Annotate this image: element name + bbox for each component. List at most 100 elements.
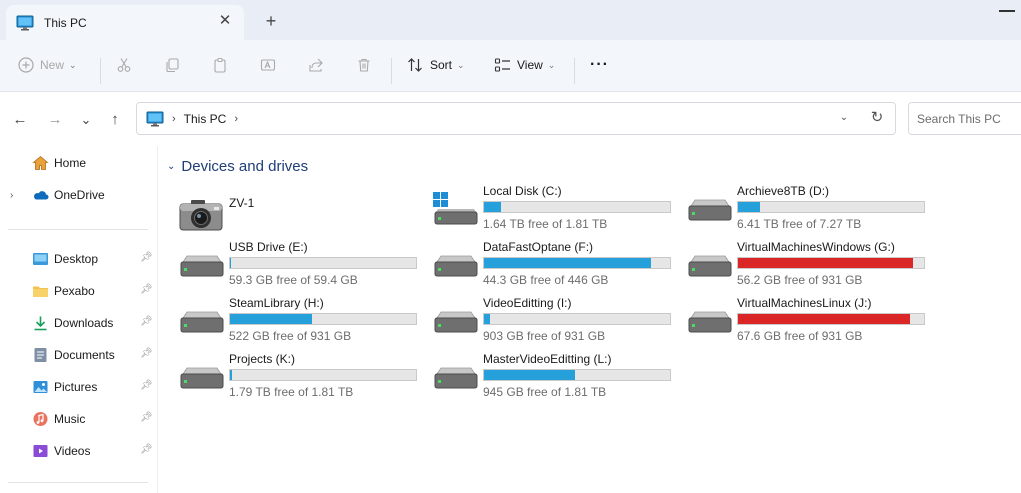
drive-usage-bar (483, 313, 671, 325)
up-icon[interactable]: ↑ (105, 110, 125, 130)
camera-icon (179, 200, 223, 231)
breadcrumb-chevron-icon[interactable]: › (234, 113, 238, 125)
view-button[interactable]: View ⌄ (494, 52, 555, 78)
forward-icon[interactable]: → (45, 110, 65, 130)
sidebar-item-downloads[interactable]: Downloads 📌︎ (0, 310, 158, 336)
drive-free-space: 59.3 GB free of 59.4 GB (229, 273, 358, 287)
drive-tile[interactable]: MasterVideoEditting (L:) 945 GB free of 1… (433, 352, 687, 404)
paste-button[interactable] (212, 52, 228, 78)
sidebar-item-label: OneDrive (54, 188, 105, 202)
share-icon (309, 58, 323, 72)
chevron-right-icon[interactable]: › (10, 190, 13, 201)
sidebar-item-home[interactable]: Home (0, 150, 158, 176)
sort-button[interactable]: Sort ⌄ (407, 52, 465, 78)
folder-icon (33, 286, 48, 297)
scissors-icon (117, 58, 131, 72)
drive-tile[interactable]: Archieve8TB (D:) 6.41 TB free of 7.27 TB (687, 184, 941, 236)
drive-name: VideoEditting (I:) (483, 296, 572, 310)
pin-icon[interactable]: 📌︎ (140, 444, 153, 455)
recent-locations-icon[interactable]: ⌄ (76, 110, 96, 130)
drive-tile[interactable]: SteamLibrary (H:) 522 GB free of 931 GB (179, 296, 433, 348)
refresh-icon[interactable]: ↻ (867, 108, 887, 128)
sidebar-item-label: Documents (54, 348, 115, 362)
device-name: ZV-1 (229, 196, 255, 210)
hard-drive-icon (434, 367, 478, 389)
address-bar[interactable]: › This PC › ⌄ ↻ (136, 102, 896, 135)
copy-button[interactable] (164, 52, 180, 78)
drive-usage-fill (484, 202, 502, 212)
drive-free-space: 903 GB free of 931 GB (483, 329, 606, 343)
more-options-button[interactable]: ··· (590, 52, 609, 78)
drive-name: USB Drive (E:) (229, 240, 308, 254)
back-icon[interactable]: ← (10, 110, 30, 130)
sidebar-item-label: Desktop (54, 252, 99, 266)
chevron-down-icon: ⌄ (69, 59, 77, 70)
windows-drive-icon (433, 192, 478, 225)
devices-and-drives-header[interactable]: ⌄ Devices and drives (167, 156, 308, 176)
sidebar-item-desktop[interactable]: Desktop 📌︎ (0, 246, 158, 272)
new-button[interactable]: New ⌄ (18, 52, 77, 78)
drive-tile[interactable]: DataFastOptane (F:) 44.3 GB free of 446 G… (433, 240, 687, 292)
music-icon (33, 412, 48, 426)
pin-icon[interactable]: 📌︎ (140, 412, 153, 423)
minimize-icon[interactable] (999, 10, 1015, 12)
hard-drive-icon (434, 255, 478, 277)
pin-icon[interactable]: 📌︎ (140, 380, 153, 391)
drive-usage-bar (737, 313, 925, 325)
rename-button[interactable] (260, 52, 276, 78)
pin-icon[interactable]: 📌︎ (140, 348, 153, 359)
search-input[interactable] (909, 103, 1021, 134)
trash-icon (358, 58, 370, 72)
rename-icon (260, 59, 276, 71)
tab-this-pc[interactable]: This PC ✕ (6, 5, 244, 40)
sidebar-item-pictures[interactable]: Pictures 📌︎ (0, 374, 158, 400)
content-pane: ⌄ Devices and drives ZV-1 Local Disk (C:… (159, 146, 1021, 493)
drive-tile[interactable]: VideoEditting (I:) 903 GB free of 931 GB (433, 296, 687, 348)
new-tab-icon[interactable]: + (260, 11, 282, 33)
close-tab-icon[interactable]: ✕ (216, 12, 234, 30)
drive-usage-bar (229, 257, 417, 269)
navigation-pane: Home › OneDrive Desktop 📌︎ Pexabo 📌︎ Dow… (0, 146, 158, 493)
drive-usage-fill (230, 314, 312, 324)
pin-icon[interactable]: 📌︎ (140, 252, 153, 263)
drive-free-space: 1.79 TB free of 1.81 TB (229, 385, 354, 399)
documents-icon (34, 348, 47, 362)
sidebar-item-documents[interactable]: Documents 📌︎ (0, 342, 158, 368)
sidebar-item-onedrive[interactable]: › OneDrive (0, 182, 158, 208)
pin-icon[interactable]: 📌︎ (140, 284, 153, 295)
breadcrumb-chevron-icon[interactable]: › (172, 113, 176, 125)
address-dropdown-icon[interactable]: ⌄ (835, 109, 853, 127)
hard-drive-icon (688, 255, 732, 277)
breadcrumb-this-pc[interactable]: This PC (184, 112, 227, 126)
delete-button[interactable] (356, 52, 372, 78)
toolbar-divider (391, 58, 392, 84)
search-box[interactable] (908, 102, 1021, 135)
chevron-down-icon[interactable]: ⌄ (167, 161, 175, 172)
drive-tile[interactable]: Projects (K:) 1.79 TB free of 1.81 TB (179, 352, 433, 404)
view-button-label: View (517, 58, 543, 72)
share-button[interactable] (308, 52, 324, 78)
drive-usage-bar (737, 257, 925, 269)
drive-free-space: 6.41 TB free of 7.27 TB (737, 217, 862, 231)
drive-tile[interactable]: VirtualMachinesLinux (J:) 67.6 GB free of… (687, 296, 941, 348)
desktop-icon (33, 253, 48, 265)
drive-free-space: 522 GB free of 931 GB (229, 329, 352, 343)
cut-button[interactable] (116, 52, 132, 78)
sidebar-item-pexabo[interactable]: Pexabo 📌︎ (0, 278, 158, 304)
pin-icon[interactable]: 📌︎ (140, 316, 153, 327)
sidebar-item-music[interactable]: Music 📌︎ (0, 406, 158, 432)
drive-tile[interactable]: Local Disk (C:) 1.64 TB free of 1.81 TB (433, 184, 687, 236)
drive-free-space: 44.3 GB free of 446 GB (483, 273, 609, 287)
drive-usage-bar (483, 201, 671, 213)
device-zv1[interactable]: ZV-1 (179, 190, 433, 242)
drive-usage-fill (484, 258, 652, 268)
drive-usage-bar (737, 201, 925, 213)
drive-tile[interactable]: VirtualMachinesWindows (G:) 56.2 GB free … (687, 240, 941, 292)
sidebar-item-videos[interactable]: Videos 📌︎ (0, 438, 158, 464)
toolbar-divider (574, 58, 575, 84)
onedrive-icon (33, 191, 49, 200)
drive-tile[interactable]: USB Drive (E:) 59.3 GB free of 59.4 GB (179, 240, 433, 292)
sidebar-divider (8, 482, 148, 483)
drive-name: Projects (K:) (229, 352, 296, 366)
drive-free-space: 67.6 GB free of 931 GB (737, 329, 863, 343)
